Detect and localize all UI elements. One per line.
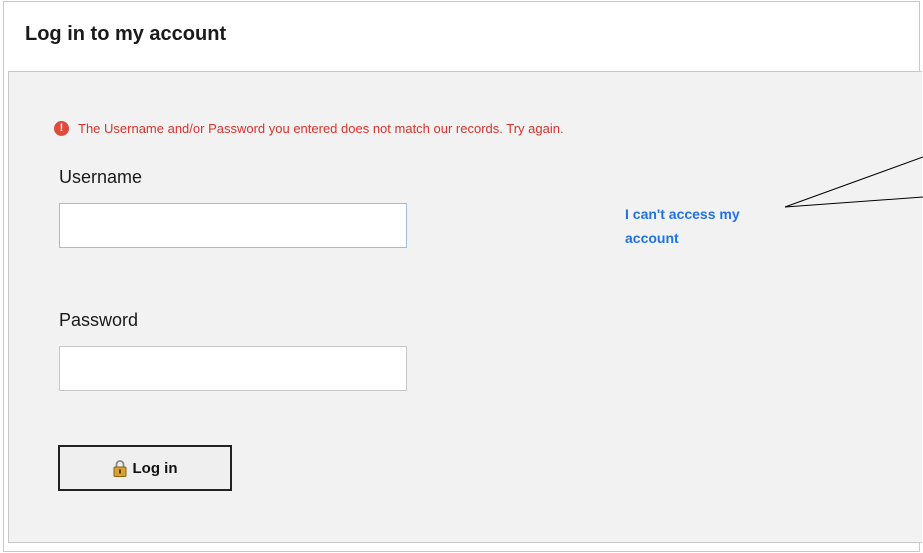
lock-icon [113,459,127,477]
error-text: The Username and/or Password you entered… [78,121,564,136]
username-input[interactable] [59,203,407,248]
error-message: ! The Username and/or Password you enter… [54,121,564,136]
login-button-label: Log in [132,459,178,477]
error-icon: ! [54,121,69,136]
login-button[interactable]: Log in [58,445,232,491]
page-title: Log in to my account [25,23,227,45]
password-label: Password [59,310,139,330]
password-input[interactable] [59,346,407,391]
username-label: Username [59,167,143,187]
cant-access-account-link[interactable]: I can't access my account [625,202,795,250]
